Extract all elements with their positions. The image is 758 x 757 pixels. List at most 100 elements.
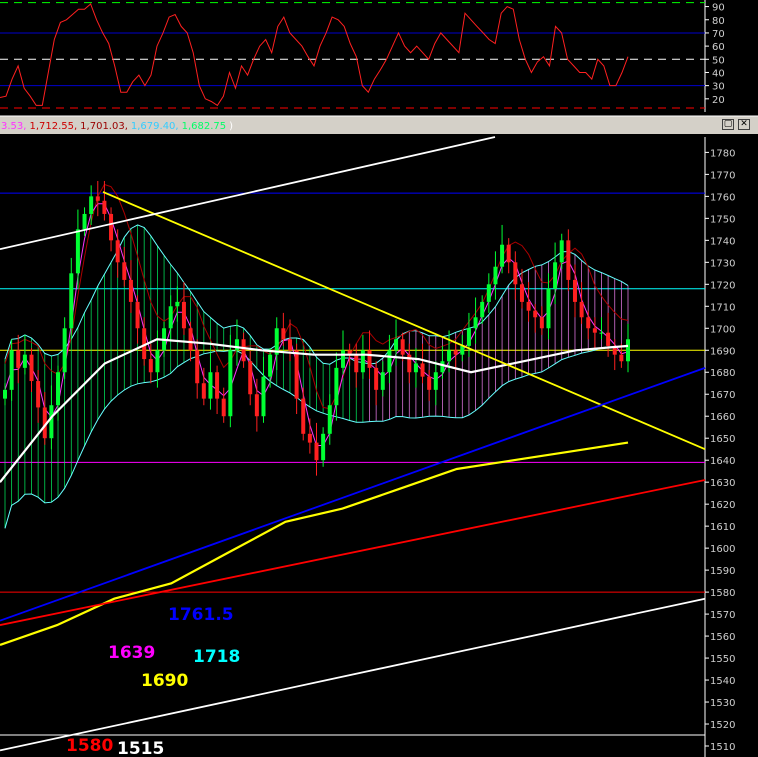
candle-body-94: [626, 339, 630, 362]
candle-body-80: [533, 310, 538, 318]
candle-body-75: [500, 244, 505, 267]
candle-body-45: [301, 398, 306, 434]
candle-body-77: [513, 262, 518, 285]
candle-body-28: [188, 328, 193, 351]
oscillator-tick-label-80: 80: [712, 16, 725, 27]
candle-body-32: [215, 372, 220, 399]
oscillator-tick-label-20: 20: [712, 95, 725, 106]
price-tick-label-1690: 1690: [710, 346, 735, 357]
candle-body-23: [155, 350, 160, 373]
candle-body-42: [281, 328, 286, 340]
legend-value-5: ): [229, 121, 233, 132]
oscillator-tick-label-50: 50: [712, 55, 725, 66]
candle-body-68: [453, 350, 458, 355]
candle-body-47: [314, 442, 319, 461]
candle-body-0: [3, 389, 7, 399]
candle-body-55: [367, 350, 372, 368]
candle-body-9: [62, 328, 67, 373]
candle-body-27: [181, 301, 186, 329]
oscillator-tick-label-60: 60: [712, 42, 725, 53]
price-tick-label-1740: 1740: [710, 236, 735, 247]
candle-body-7: [49, 405, 54, 439]
price-tick-label-1560: 1560: [710, 632, 735, 643]
price-tick-label-1650: 1650: [710, 434, 735, 445]
candle-body-84: [559, 240, 564, 263]
candle-body-5: [36, 381, 41, 408]
candle-body-12: [82, 213, 87, 230]
candle-body-71: [473, 317, 478, 329]
price-tick-label-1600: 1600: [710, 544, 735, 555]
indicator-value-legend: 3.53, 1,712.55, 1,701.03, 1,679.40, 1,682.75…: [1, 121, 233, 132]
candle-body-72: [480, 301, 485, 318]
level-label-1718: 1718: [193, 647, 240, 667]
level-label-1761.5: 1761.5: [168, 605, 234, 625]
candle-body-18: [122, 262, 127, 280]
level-label-1580: 1580: [66, 736, 113, 756]
candle-body-90: [599, 332, 604, 334]
candle-body-22: [148, 359, 153, 373]
candle-body-8: [56, 372, 61, 406]
candle-body-25: [168, 306, 173, 329]
candle-body-79: [526, 301, 531, 311]
candle-body-4: [29, 354, 34, 382]
candle-body-39: [261, 376, 266, 417]
candle-body-43: [287, 339, 292, 351]
price-tick-label-1670: 1670: [710, 390, 735, 401]
candle-body-33: [221, 398, 226, 417]
legend-value-1: 1,712.55,: [29, 121, 77, 132]
price-tick-label-1640: 1640: [710, 456, 735, 467]
candle-body-36: [241, 339, 246, 362]
candle-body-69: [460, 345, 465, 355]
candle-body-29: [195, 350, 200, 384]
close-window-icon[interactable]: ✕: [738, 119, 750, 130]
candle-body-46: [307, 433, 312, 443]
price-tick-label-1520: 1520: [710, 720, 735, 731]
candle-body-30: [201, 383, 206, 399]
legend-value-3: 1,679.40,: [131, 121, 179, 132]
candle-body-88: [586, 317, 591, 329]
candle-body-13: [89, 196, 94, 214]
price-tick-label-1720: 1720: [710, 280, 735, 291]
price-tick-label-1550: 1550: [710, 654, 735, 665]
candle-body-85: [566, 240, 571, 280]
level-label-1515: 1515: [117, 739, 164, 757]
candle-body-20: [135, 301, 140, 329]
candle-body-31: [208, 372, 213, 399]
legend-value-0: 3.53,: [1, 121, 26, 132]
candle-body-37: [248, 361, 253, 395]
candle-body-19: [128, 279, 133, 302]
price-tick-label-1590: 1590: [710, 566, 735, 577]
candle-body-14: [95, 196, 100, 201]
candle-body-53: [354, 354, 359, 373]
candle-body-87: [579, 301, 584, 318]
candle-body-78: [519, 284, 524, 302]
chart-canvas: 20 30 40 50 60 70 80 90 3.53, 1,712.55, 1,701.03,…: [0, 0, 758, 757]
candle-body-86: [572, 279, 577, 302]
legend-value-2: 1,701.03,: [80, 121, 128, 132]
candle-body-67: [447, 350, 452, 362]
candle-body-66: [440, 361, 445, 373]
candle-body-11: [75, 229, 80, 274]
candle-body-56: [374, 367, 379, 390]
candle-body-35: [234, 339, 239, 351]
price-tick-label-1780: 1780: [710, 148, 735, 159]
price-tick-label-1540: 1540: [710, 676, 735, 687]
candle-body-83: [553, 262, 558, 289]
candle-body-51: [341, 350, 346, 368]
candle-body-10: [69, 273, 74, 329]
candle-body-17: [115, 240, 120, 263]
candle-body-2: [16, 350, 21, 368]
minimize-window-icon[interactable]: ▢: [722, 119, 734, 130]
candle-body-38: [254, 394, 259, 417]
price-tick-label-1610: 1610: [710, 522, 735, 533]
candle-body-70: [466, 328, 471, 346]
candle-body-3: [22, 354, 27, 368]
price-tick-label-1730: 1730: [710, 258, 735, 269]
candle-body-57: [380, 372, 385, 390]
level-label-1690: 1690: [141, 671, 188, 691]
price-tick-label-1570: 1570: [710, 610, 735, 621]
candle-body-81: [539, 317, 544, 329]
candle-body-82: [546, 288, 551, 329]
candle-body-60: [400, 339, 405, 355]
price-tick-label-1770: 1770: [710, 170, 735, 181]
